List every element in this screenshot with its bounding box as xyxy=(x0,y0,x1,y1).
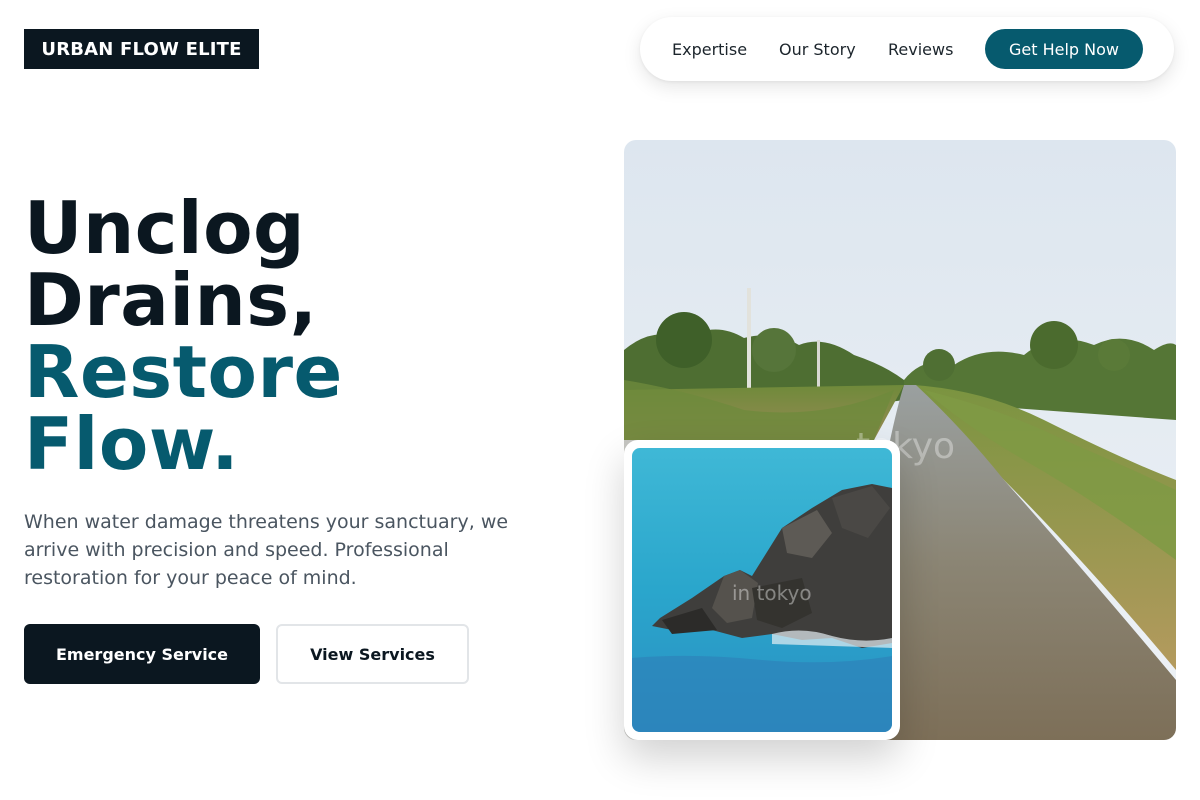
nav-link-our-story[interactable]: Our Story xyxy=(779,17,856,81)
inset-watermark: in tokyo xyxy=(732,581,812,605)
nav-link-reviews[interactable]: Reviews xyxy=(888,17,953,81)
hero-subtext: When water damage threatens your sanctua… xyxy=(24,511,509,589)
brand-logo[interactable]: URBAN FLOW ELITE xyxy=(24,29,259,69)
headline-line-3: Restore xyxy=(24,330,343,414)
get-help-now-button[interactable]: Get Help Now xyxy=(985,29,1143,69)
top-navigation: Expertise Our Story Reviews Get Help Now xyxy=(640,17,1174,81)
headline-line-4: Flow. xyxy=(24,402,240,486)
inset-photo-card: in tokyo xyxy=(624,440,900,740)
nav-link-expertise[interactable]: Expertise xyxy=(672,17,747,81)
view-services-button[interactable]: View Services xyxy=(276,624,469,684)
rocky-coast-photo: in tokyo xyxy=(632,448,892,732)
headline-line-1: Unclog xyxy=(24,186,306,270)
headline-line-2: Drains, xyxy=(24,258,318,342)
emergency-service-button[interactable]: Emergency Service xyxy=(24,624,260,684)
hero-headline: Unclog Drains, Restore Flow. xyxy=(24,192,343,480)
brand-logo-text: URBAN FLOW ELITE xyxy=(41,38,242,60)
